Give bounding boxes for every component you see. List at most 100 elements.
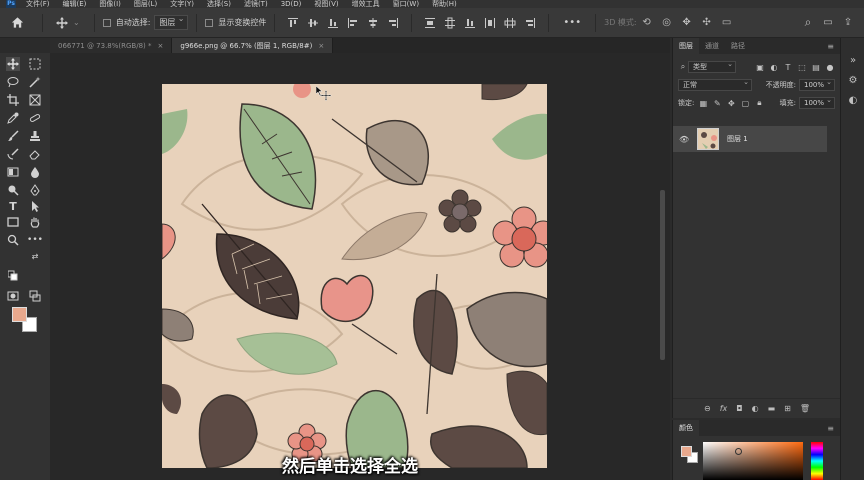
document-tab-2[interactable]: g966e.png @ 66.7% (图层 1, RGB/8#) × [172,38,334,53]
swap-colors-icon[interactable]: ⇄ [30,251,40,261]
show-transform-checkbox[interactable] [205,18,214,27]
tab-color[interactable]: 颜色 [673,420,699,436]
align-vcenter-icon[interactable] [306,16,320,30]
new-layer-icon[interactable]: ⊞ [784,404,791,413]
quick-mask-icon[interactable] [6,289,20,303]
panel-menu-icon[interactable]: ≡ [827,42,834,51]
pen-tool-icon[interactable] [28,183,42,197]
menu-type[interactable]: 文字(Y) [170,0,194,8]
lock-pixels-icon[interactable]: ✎ [712,98,722,108]
filter-shape-icon[interactable]: ⬚ [797,62,807,72]
blend-mode-select[interactable]: 正常 [678,77,752,91]
filter-toggle-icon[interactable]: ● [825,62,835,72]
3d-rotate-icon[interactable]: ⟲ [641,17,653,29]
tab-paths[interactable]: 路径 [725,38,751,54]
brush-tool-icon[interactable] [6,129,20,143]
frame-tool-icon[interactable] [28,93,42,107]
align-top-icon[interactable] [286,16,300,30]
3d-slide-icon[interactable]: ✣ [701,17,713,29]
color-picker-cursor[interactable] [735,448,742,455]
crop-tool-icon[interactable] [6,93,20,107]
dodge-tool-icon[interactable] [6,183,20,197]
auto-select-checkbox[interactable] [102,18,111,27]
layer-name[interactable]: 图层 1 [727,134,748,144]
3d-scale-icon[interactable]: ▭ [721,17,733,29]
share-icon[interactable]: ⇪ [842,17,854,29]
menu-select[interactable]: 选择(S) [207,0,231,8]
default-colors-icon[interactable] [8,270,18,281]
auto-select-dropdown[interactable]: 图层 [154,14,189,30]
filter-type-icon[interactable]: T [783,62,793,72]
gradient-tool-icon[interactable] [6,165,20,179]
adjustments-icon[interactable]: ◐ [847,94,859,106]
healing-brush-tool-icon[interactable] [28,111,42,125]
chevron-down-icon[interactable]: ⌄ [73,18,80,27]
new-group-icon[interactable]: ▬ [768,404,776,413]
menu-plugins[interactable]: 增效工具 [352,0,380,8]
distribute-vcenter-icon[interactable] [443,16,457,30]
filter-smart-object-icon[interactable]: ▤ [811,62,821,72]
distribute-left-icon[interactable] [483,16,497,30]
link-layers-icon[interactable]: ⊖ [704,404,711,413]
distribute-right-icon[interactable] [523,16,537,30]
workspace-icon[interactable]: ▭ [822,17,834,29]
distribute-hcenter-icon[interactable] [503,16,517,30]
magic-wand-tool-icon[interactable] [28,75,42,89]
screen-mode-icon[interactable] [28,289,42,303]
layer-filter-select[interactable]: 类型 [688,59,736,73]
add-mask-icon[interactable]: ◘ [736,404,742,413]
panel-menu-icon[interactable]: ≡ [827,424,834,433]
more-options-button[interactable]: ••• [563,17,581,28]
layer-style-icon[interactable]: fx [720,404,728,413]
layer-row[interactable]: 👁︎ 图层 1 [673,126,827,152]
lock-transparent-icon[interactable]: ▦ [698,98,708,108]
lock-position-icon[interactable]: ✥ [726,98,736,108]
menu-3d[interactable]: 3D(D) [281,0,302,8]
zoom-tool-icon[interactable] [6,233,20,247]
expand-panels-icon[interactable]: » [847,54,859,66]
document-canvas[interactable] [162,84,547,468]
marquee-tool-icon[interactable] [28,57,42,71]
history-brush-tool-icon[interactable] [6,147,20,161]
menu-window[interactable]: 窗口(W) [393,0,419,8]
home-button[interactable] [0,8,34,38]
align-bottom-icon[interactable] [326,16,340,30]
distribute-vertical-icon[interactable] [423,16,437,30]
filter-pixel-icon[interactable]: ▣ [755,62,765,72]
search-icon[interactable]: ⌕ [802,15,814,29]
menu-image[interactable]: 图像(I) [99,0,121,8]
adjustment-layer-icon[interactable]: ◐ [752,404,759,413]
menu-layer[interactable]: 图层(L) [134,0,157,8]
lock-all-icon[interactable]: 🔒︎ [754,98,764,108]
fill-input[interactable]: 100% [798,95,835,109]
stamp-tool-icon[interactable] [28,129,42,143]
hand-tool-icon[interactable] [28,215,42,229]
tab-layers[interactable]: 图层 [673,38,699,54]
properties-icon[interactable]: ⚙ [847,74,859,86]
menu-filter[interactable]: 滤镜(T) [244,0,268,8]
align-right-icon[interactable] [386,16,400,30]
lasso-tool-icon[interactable] [6,75,20,89]
filter-adjustment-icon[interactable]: ◐ [769,62,779,72]
type-tool-icon[interactable]: T [6,199,20,213]
document-tab-1[interactable]: 066771 @ 73.8%(RGB/8) * × [50,38,173,53]
move-tool-icon[interactable] [6,57,20,71]
3d-pan-icon[interactable]: ✥ [681,17,693,29]
hue-slider[interactable] [811,442,823,480]
menu-help[interactable]: 帮助(H) [432,0,457,8]
distribute-bottom-icon[interactable] [463,16,477,30]
align-left-icon[interactable] [346,16,360,30]
eye-icon[interactable]: 👁︎ [679,135,689,144]
opacity-input[interactable]: 100% [798,77,835,91]
eyedropper-tool-icon[interactable] [6,111,20,125]
path-selection-tool-icon[interactable] [28,199,42,213]
close-icon[interactable]: × [318,42,324,50]
delete-layer-icon[interactable]: 🗑︎ [800,404,810,413]
blur-tool-icon[interactable] [28,165,42,179]
rectangle-tool-icon[interactable] [6,215,20,229]
align-hcenter-icon[interactable] [366,16,380,30]
menu-view[interactable]: 视图(V) [314,0,338,8]
foreground-color-swatch[interactable] [12,307,27,322]
more-tools-icon[interactable]: ••• [27,233,43,247]
3d-roll-icon[interactable]: ◎ [661,17,673,29]
